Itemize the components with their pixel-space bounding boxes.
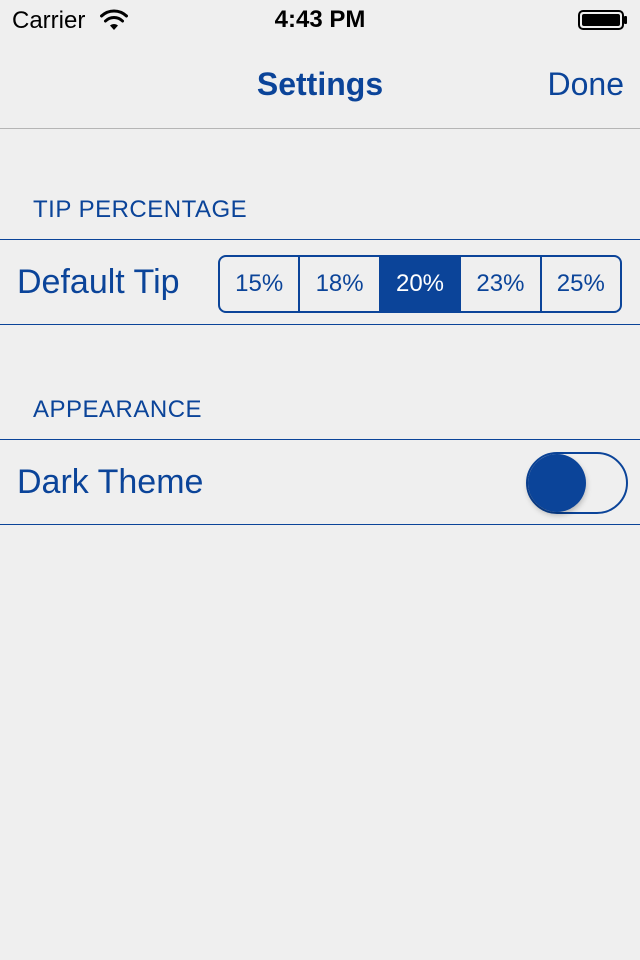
section-header-appearance: APPEARANCE — [33, 396, 203, 423]
tip-segment-15[interactable]: 15% — [220, 257, 301, 311]
tip-segment-25[interactable]: 25% — [542, 257, 620, 311]
battery-icon — [578, 10, 628, 30]
navigation-bar: Settings Done — [0, 40, 640, 129]
page-title: Settings — [256, 66, 384, 102]
toggle-knob — [528, 454, 586, 512]
tip-segment-20[interactable]: 20% — [380, 257, 462, 311]
default-tip-label: Default Tip — [17, 263, 180, 301]
status-time: 4:43 PM — [274, 6, 366, 33]
tip-segment-23[interactable]: 23% — [461, 257, 542, 311]
tip-segment-18[interactable]: 18% — [300, 257, 381, 311]
status-bar: Carrier 4:43 PM — [0, 0, 640, 40]
tip-segmented-control: 15% 18% 20% 23% 25% — [218, 255, 622, 313]
section-header-tip-percentage: TIP PERCENTAGE — [33, 196, 248, 223]
dark-theme-row: Dark Theme — [0, 439, 640, 525]
default-tip-row: Default Tip 15% 18% 20% 23% 25% — [0, 239, 640, 325]
dark-theme-label: Dark Theme — [17, 463, 204, 501]
done-button[interactable]: Done — [548, 66, 625, 103]
dark-theme-toggle[interactable] — [526, 452, 628, 514]
